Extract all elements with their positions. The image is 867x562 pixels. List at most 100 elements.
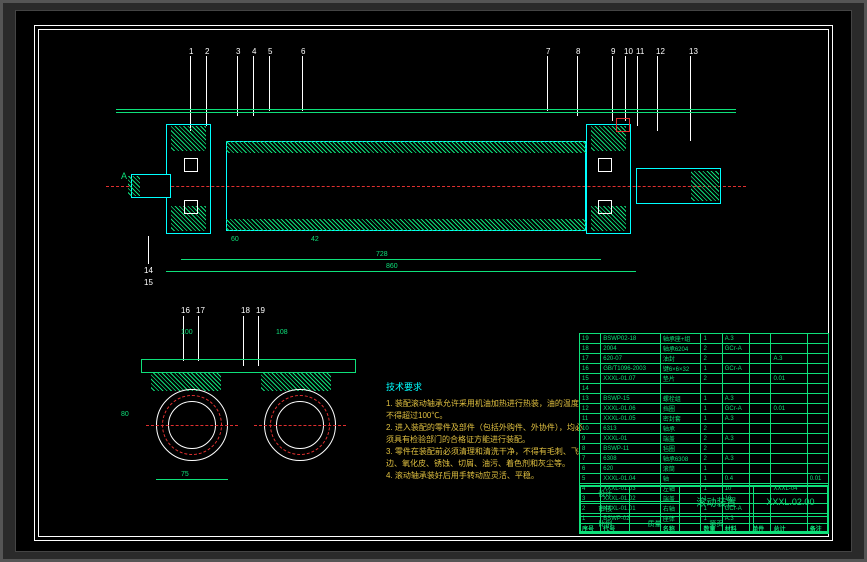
tb-design-label: 设计	[581, 487, 630, 502]
bearing-left-top	[184, 158, 198, 172]
callout-6: 6	[301, 47, 305, 56]
bom-cell	[771, 344, 807, 354]
bom-cell: 2	[701, 354, 722, 364]
bom-cell	[722, 464, 749, 474]
callout-11: 11	[636, 47, 644, 56]
bom-cell: GCr-A	[722, 344, 749, 354]
bom-cell: 轴承6204	[660, 344, 701, 354]
bom-row: 11XXXL-01.05密封套1A.3	[580, 414, 829, 424]
bom-cell	[750, 434, 771, 444]
bom-row: 12XXXL-01.06挡圈1GCr-A0.01	[580, 404, 829, 414]
bom-cell	[771, 454, 807, 464]
leader-line	[237, 56, 238, 116]
base-plate	[141, 359, 356, 373]
leader-line	[269, 56, 270, 111]
callout-16: 16	[181, 306, 190, 315]
notes-line-3: 3. 零件在装配前必须清理和清洗干净，不得有毛刺、飞边、氧化皮、锈蚀、切屑、油污…	[386, 446, 586, 470]
hatch-coupling	[691, 171, 719, 201]
bom-cell	[807, 364, 828, 374]
leader-line	[206, 56, 207, 126]
bom-cell	[807, 374, 828, 384]
bom-cell: 11	[580, 414, 601, 424]
main-assembly-view	[136, 136, 731, 236]
rail	[116, 109, 736, 113]
bom-row: 182004轴承62042GCr-A	[580, 344, 829, 354]
bom-cell: 2	[701, 444, 722, 454]
notes-line-4: 4. 滚动轴承装好后用手转动应灵活、平稳。	[386, 470, 586, 482]
bom-cell: 密封套	[660, 414, 701, 424]
bom-cell: 8	[580, 444, 601, 454]
hatch-roller-top	[226, 141, 586, 153]
hatch-roller-bot	[226, 219, 586, 231]
tb-mass: 质量	[630, 517, 679, 532]
bom-cell	[771, 424, 807, 434]
bom-cell	[771, 474, 807, 484]
bom-row: 15XXXL-01.07垫片20.01	[580, 374, 829, 384]
bom-cell: 挡圈	[660, 404, 701, 414]
bom-cell	[722, 424, 749, 434]
tb-empty3	[753, 517, 827, 532]
leader-line	[637, 56, 638, 126]
bom-cell: 2	[701, 374, 722, 384]
left-housing	[166, 124, 211, 234]
notes-line-1: 1. 装配滚动轴承允许采用机油加热进行热装，油的温度不得超过100℃。	[386, 398, 586, 422]
bom-cell: 0.01	[807, 474, 828, 484]
bom-cell: BSWP02-18	[601, 334, 661, 344]
drawing-canvas[interactable]: 1 2 3 4 5 6 7 8 9 10 11 12 13	[15, 10, 852, 552]
dim-side-100: 100	[181, 329, 193, 336]
leader-line	[253, 56, 254, 116]
callout-5: 5	[268, 47, 272, 56]
bom-cell: 17	[580, 354, 601, 364]
notes-line-2: 2. 进入装配的零件及部件（包括外购件、外协件），均必须具有检验部门的合格证方能…	[386, 422, 586, 446]
bom-cell	[750, 394, 771, 404]
bom-cell	[771, 464, 807, 474]
bom-cell: 1	[701, 464, 722, 474]
bom-cell	[771, 364, 807, 374]
dim-line-728	[181, 259, 601, 260]
bom-cell: 1	[701, 364, 722, 374]
bearing-left-bot	[184, 200, 198, 214]
tb-drawing-title: 滚动装置	[679, 487, 753, 517]
bom-cell: 轴	[660, 474, 701, 484]
bom-cell: 620	[601, 464, 661, 474]
bom-cell	[722, 374, 749, 384]
bom-cell: GCr-A	[722, 404, 749, 414]
bom-cell: BSWP-15	[601, 394, 661, 404]
bom-cell: 螺栓组	[660, 394, 701, 404]
bom-cell	[750, 344, 771, 354]
bom-cell: XXXL-01.04	[601, 474, 661, 484]
bom-cell: XXXL-01.06	[601, 404, 661, 414]
bom-cell: 毡圈	[660, 444, 701, 454]
callout-19: 19	[256, 306, 265, 315]
bom-cell: 2	[701, 454, 722, 464]
callout-10: 10	[624, 47, 633, 56]
bom-cell	[722, 354, 749, 364]
bom-cell: 0.01	[771, 404, 807, 414]
leader-line	[302, 56, 303, 111]
bom-cell: A.3	[722, 454, 749, 464]
bom-cell	[771, 434, 807, 444]
bom-cell: 1	[701, 414, 722, 424]
bearing-right-top	[598, 158, 612, 172]
bom-row: 106313轴承2	[580, 424, 829, 434]
bom-cell: 6308	[601, 454, 661, 464]
bom-cell: 14	[580, 384, 601, 394]
bom-cell	[771, 384, 807, 394]
bom-cell: GCr-A	[722, 364, 749, 374]
technical-notes: 技术要求 1. 装配滚动轴承允许采用机油加热进行热装，油的温度不得超过100℃。…	[386, 381, 586, 482]
right-housing	[586, 124, 631, 234]
callout-7: 7	[546, 47, 550, 56]
callout-18: 18	[241, 306, 250, 315]
dim-side-80: 80	[121, 411, 129, 418]
leader-line	[547, 56, 548, 111]
dim-side-108: 108	[276, 329, 288, 336]
bom-cell: XXXL-01.07	[601, 374, 661, 384]
bom-cell	[807, 424, 828, 434]
bom-cell	[722, 444, 749, 454]
dim-860: 860	[386, 263, 398, 270]
bom-cell: BSWP-11	[601, 444, 661, 454]
callout-9: 9	[611, 47, 615, 56]
bom-cell	[807, 404, 828, 414]
hatch-housing-1	[151, 373, 221, 391]
bom-cell: 1	[701, 334, 722, 344]
